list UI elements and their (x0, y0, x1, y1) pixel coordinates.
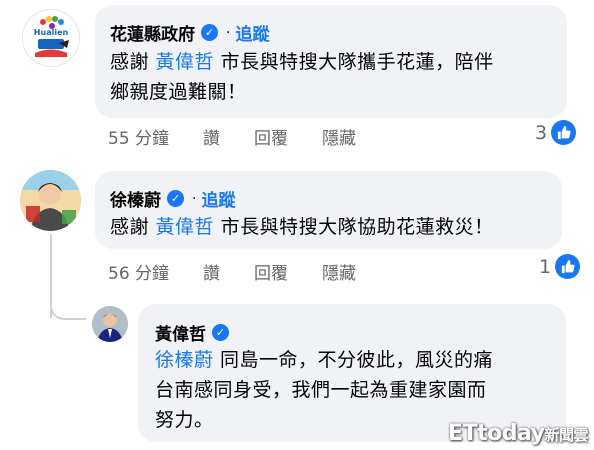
comment-header: 徐榛蔚 ✓ · 追蹤 (110, 186, 235, 211)
avatar-caption: Hualien (33, 28, 69, 37)
reply-header: 黃偉哲 ✓ (155, 320, 229, 345)
reply-line: 台南感同身受，我們一起為重建家園而 (155, 375, 493, 405)
reaction-summary[interactable]: 1 (539, 254, 581, 279)
mention-link[interactable]: 黃偉哲 (156, 216, 215, 238)
watermark-suffix: 新聞雲 (544, 426, 588, 444)
follow-link[interactable]: 追蹤 (201, 186, 235, 211)
separator-dot: · (192, 190, 197, 207)
hualien-county-logo-icon (24, 11, 78, 65)
hide-action[interactable]: 隱藏 (322, 259, 356, 284)
comment-line: 感謝 黃偉哲 市長與特搜大隊攜手花蓮，陪伴 (110, 47, 494, 77)
verified-badge-icon: ✓ (167, 190, 184, 207)
reply-action[interactable]: 回覆 (254, 124, 288, 149)
text-segment: 台南感同身受，我們一起為重建家園而 (155, 379, 487, 401)
follow-link[interactable]: 追蹤 (235, 20, 269, 45)
comment-line: 鄉親度過難關！ (110, 77, 494, 107)
reply-author[interactable]: 黃偉哲 (155, 320, 206, 345)
watermark-brand: ETtoday (448, 421, 545, 446)
reply-line: 徐榛蔚 同島一命，不分彼此，風災的痛 (155, 345, 493, 375)
comment-author[interactable]: 花蓮縣政府 (110, 20, 195, 45)
text-segment: 同島一命，不分彼此，風災的痛 (213, 349, 494, 371)
comment-text: 感謝 黃偉哲 市長與特搜大隊協助花蓮救災！ (110, 212, 494, 242)
mention-link[interactable]: 黃偉哲 (156, 51, 215, 73)
text-segment: 市長與特搜大隊攜手花蓮，陪伴 (214, 51, 494, 73)
reply-author-avatar[interactable] (92, 306, 128, 342)
hide-action[interactable]: 隱藏 (322, 124, 356, 149)
thumbs-up-icon (551, 120, 577, 145)
ettoday-watermark: ETtoday新聞雲 (448, 421, 588, 446)
comment-author[interactable]: 徐榛蔚 (110, 186, 161, 211)
comment-actions: 55 分鐘 讚 回覆 隱藏 (108, 124, 390, 149)
text-segment: 努力。 (155, 409, 214, 431)
thumbs-up-icon (555, 254, 581, 279)
comment-timestamp[interactable]: 55 分鐘 (108, 124, 169, 149)
like-action[interactable]: 讚 (203, 259, 220, 284)
mention-link[interactable]: 徐榛蔚 (155, 349, 214, 371)
like-action[interactable]: 讚 (203, 124, 220, 149)
verified-badge-icon: ✓ (212, 324, 229, 341)
text-segment: 感謝 (110, 216, 156, 238)
reaction-summary[interactable]: 3 (535, 120, 577, 145)
comment-actions: 56 分鐘 讚 回覆 隱藏 (108, 259, 390, 284)
separator-dot: · (226, 24, 231, 41)
comment-timestamp[interactable]: 56 分鐘 (108, 259, 169, 284)
verified-badge-icon: ✓ (201, 24, 218, 41)
thread-connector-curve (50, 296, 86, 320)
comment-line: 感謝 黃偉哲 市長與特搜大隊協助花蓮救災！ (110, 212, 494, 242)
author-avatar[interactable] (20, 170, 81, 231)
person-photo-icon (92, 306, 128, 342)
person-photo-icon (20, 170, 81, 231)
reply-line: 努力。 (155, 405, 493, 435)
comment-text: 感謝 黃偉哲 市長與特搜大隊攜手花蓮，陪伴 鄉親度過難關！ (110, 47, 494, 107)
reply-action[interactable]: 回覆 (254, 259, 288, 284)
reaction-count: 1 (539, 255, 552, 278)
hualien-county-avatar[interactable]: Hualien (22, 9, 80, 67)
reply-text: 徐榛蔚 同島一命，不分彼此，風災的痛 台南感同身受，我們一起為重建家園而 努力。 (155, 345, 493, 435)
text-segment: 市長與特搜大隊協助花蓮救災！ (214, 216, 494, 238)
text-segment: 感謝 (110, 51, 156, 73)
comment-header: 花蓮縣政府 ✓ · 追蹤 (110, 20, 269, 45)
text-segment: 鄉親度過難關！ (110, 81, 247, 103)
reaction-count: 3 (535, 121, 548, 144)
